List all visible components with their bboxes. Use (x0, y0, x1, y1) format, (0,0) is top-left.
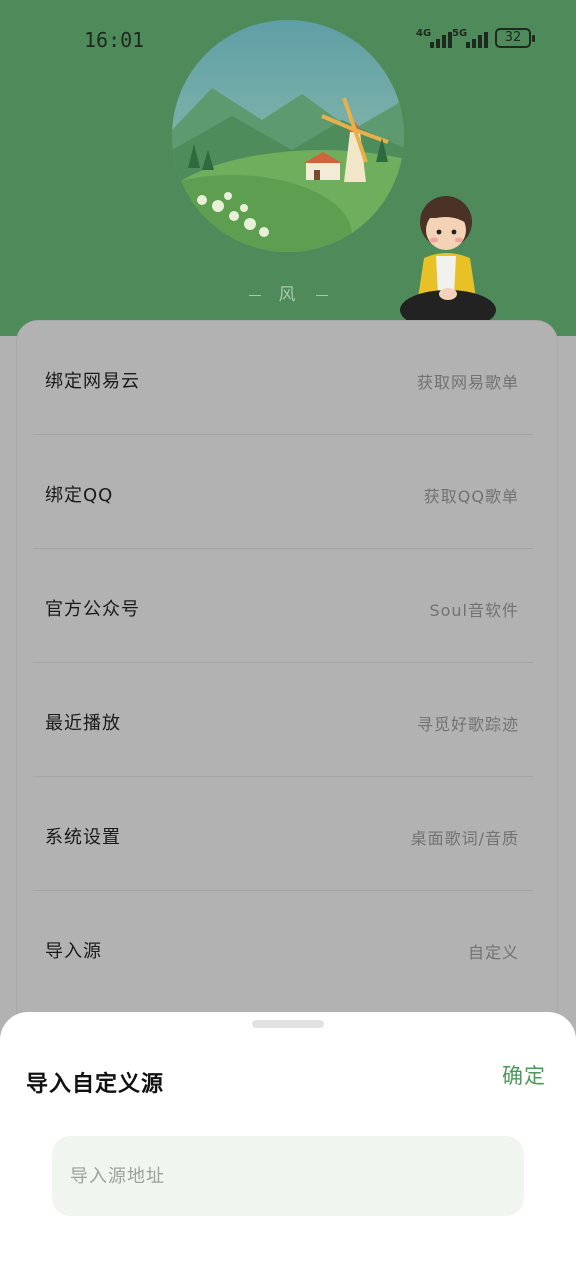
menu-item-subtitle: Soul音软件 (429, 601, 519, 620)
menu-item-official-account[interactable]: 官方公众号 Soul音软件 (33, 549, 533, 663)
menu-item-subtitle: 获取QQ歌单 (423, 487, 519, 506)
sheet-drag-handle[interactable] (252, 1020, 324, 1028)
menu-item-title: 最近播放 (45, 713, 121, 734)
signal-bars-icon (430, 32, 452, 48)
profile-header: 16:01 4G 5G 32 风 (0, 0, 576, 344)
menu-item-system-settings[interactable]: 系统设置 桌面歌词/音质 (33, 777, 533, 891)
battery-icon: 32 (495, 28, 535, 48)
menu-item-bind-qq[interactable]: 绑定QQ 获取QQ歌单 (33, 435, 533, 549)
sheet-title: 导入自定义源 (26, 1072, 165, 1097)
menu-item-subtitle: 获取网易歌单 (416, 373, 519, 392)
menu-item-import-source[interactable]: 导入源 自定义 (33, 891, 533, 1005)
menu-item-title: 绑定网易云 (45, 371, 140, 392)
import-source-sheet: 导入自定义源 确定 (0, 1012, 576, 1280)
status-time: 16:01 (84, 28, 145, 52)
battery-level: 32 (504, 30, 522, 45)
menu-item-title: 绑定QQ (45, 485, 114, 506)
menu-item-title: 导入源 (45, 941, 102, 962)
menu-item-recent-play[interactable]: 最近播放 寻觅好歌踪迹 (33, 663, 533, 777)
windmill-landscape-image (172, 20, 404, 252)
divider (315, 294, 328, 296)
menu-card: 绑定网易云 获取网易歌单 绑定QQ 获取QQ歌单 官方公众号 Soul音软件 最… (16, 320, 558, 1060)
menu-item-bind-netease[interactable]: 绑定网易云 获取网易歌单 (33, 321, 533, 435)
network-label-4g: 4G (416, 28, 432, 39)
source-url-input[interactable] (52, 1136, 524, 1216)
avatar[interactable] (172, 20, 404, 252)
network-label-5g: 5G (452, 28, 468, 39)
signal-bars-icon (466, 32, 488, 48)
divider (248, 294, 261, 296)
menu-item-subtitle: 自定义 (467, 943, 519, 962)
menu-item-subtitle: 寻觅好歌踪迹 (416, 715, 519, 734)
username-text: 风 (278, 285, 298, 305)
menu-item-title: 系统设置 (45, 827, 121, 848)
menu-item-title: 官方公众号 (45, 599, 140, 620)
confirm-button[interactable]: 确定 (502, 1060, 546, 1090)
menu-item-subtitle: 桌面歌词/音质 (410, 829, 519, 848)
